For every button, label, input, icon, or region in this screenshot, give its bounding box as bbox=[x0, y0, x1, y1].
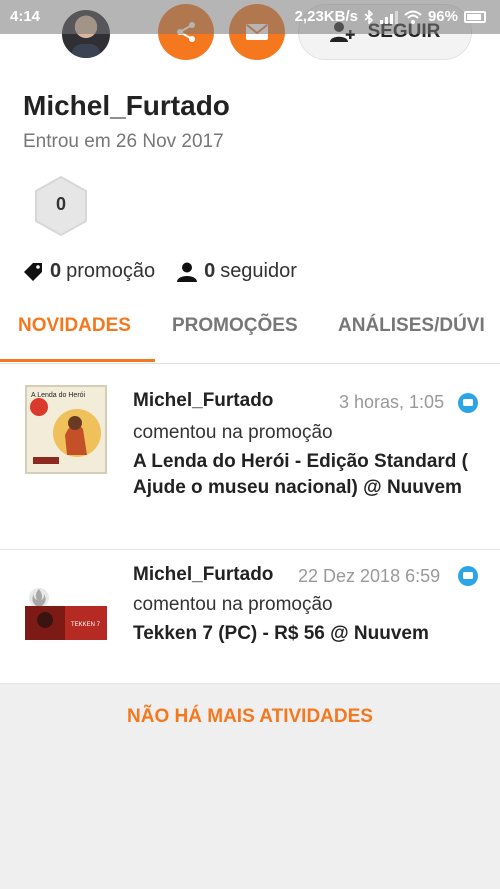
promotions-count: 0 bbox=[50, 260, 62, 282]
profile-header: SEGUIR Michel_Furtado Entrou em 26 Nov 2… bbox=[0, 0, 500, 365]
feed-timestamp: 3 horas, 1:05 bbox=[339, 392, 445, 412]
followers-stat[interactable]: 0 seguidor bbox=[177, 260, 297, 283]
level-badge-value: 0 bbox=[55, 194, 66, 214]
tag-icon bbox=[24, 262, 42, 281]
followers-label: seguidor bbox=[220, 260, 297, 282]
feed-promotion-title[interactable]: Tekken 7 (PC) - R$ 56 @ Nuuvem bbox=[133, 621, 483, 647]
tab-promocoes[interactable]: PROMOÇÕES bbox=[172, 315, 298, 337]
feed-action-text: comentou na promoção bbox=[133, 594, 333, 615]
status-time: 4:14 bbox=[10, 8, 41, 25]
chat-bubble-icon bbox=[458, 393, 478, 413]
feed-action-text: comentou na promoção bbox=[133, 422, 333, 443]
tab-novidades[interactable]: NOVIDADES bbox=[18, 315, 131, 337]
feed-user-name[interactable]: Michel_Furtado bbox=[133, 390, 273, 412]
feed-timestamp: 22 Dez 2018 6:59 bbox=[298, 566, 441, 586]
feed-item[interactable]: A Lenda do Herói Michel_Furtado 3 horas,… bbox=[0, 365, 500, 550]
promotions-label: promoção bbox=[66, 260, 156, 282]
battery-icon bbox=[464, 10, 486, 23]
battery-percent: 96% bbox=[427, 8, 458, 25]
profile-username: Michel_Furtado bbox=[23, 90, 230, 121]
status-bar: 4:14 2,23KB/s 96% bbox=[0, 0, 500, 34]
game-thumbnail[interactable]: A Lenda do Herói bbox=[25, 385, 107, 474]
game-thumbnail[interactable]: TEKKEN 7 bbox=[25, 586, 107, 648]
chat-bubble-icon bbox=[458, 566, 478, 586]
profile-tabs: NOVIDADES PROMOÇÕES ANÁLISES/DÚVI bbox=[0, 300, 500, 364]
promotions-stat[interactable]: 0 promoção bbox=[23, 260, 155, 283]
tab-analises-duvidas[interactable]: ANÁLISES/DÚVI bbox=[338, 315, 485, 337]
feed-item[interactable]: TEKKEN 7 Michel_Furtado 22 Dez 2018 6:59… bbox=[0, 550, 500, 684]
signal-icon bbox=[379, 10, 398, 24]
thumbnail-caption: TEKKEN 7 bbox=[71, 622, 101, 628]
join-date: Entrou em 26 Nov 2017 bbox=[23, 131, 224, 152]
followers-count: 0 bbox=[204, 260, 216, 282]
wifi-icon bbox=[404, 10, 422, 24]
no-more-activities: NÃO HÁ MAIS ATIVIDADES bbox=[127, 706, 373, 727]
feed-user-name[interactable]: Michel_Furtado bbox=[133, 564, 273, 586]
profile-stats: 0 promoção 0 seguidor bbox=[23, 260, 297, 283]
thumbnail-caption: A Lenda do Herói bbox=[31, 392, 86, 399]
active-tab-indicator bbox=[0, 359, 155, 362]
network-speed: 2,23KB/s bbox=[294, 8, 358, 25]
bluetooth-icon bbox=[364, 9, 374, 24]
activity-feed: A Lenda do Herói Michel_Furtado 3 horas,… bbox=[0, 365, 500, 684]
feed-promotion-title[interactable]: A Lenda do Herói - Edição Standard ( Aju… bbox=[133, 449, 483, 501]
person-icon bbox=[177, 262, 198, 282]
